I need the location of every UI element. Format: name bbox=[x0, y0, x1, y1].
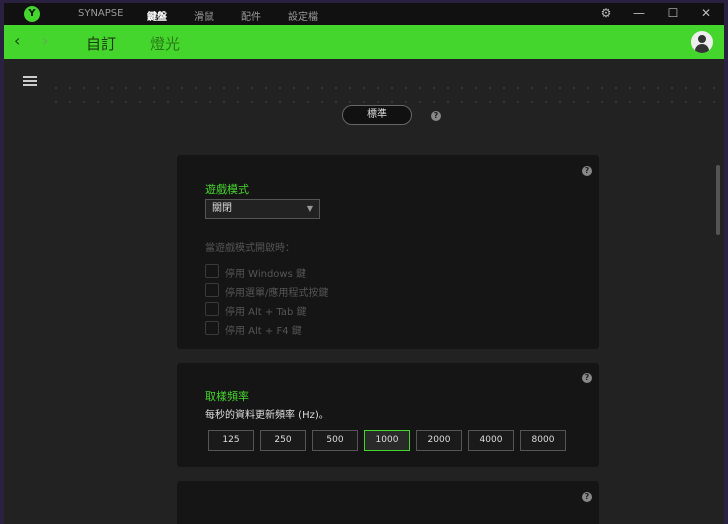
checkbox-disable-alt-f4[interactable] bbox=[205, 321, 219, 335]
polling-rate-title: 取樣頻率 bbox=[205, 390, 249, 403]
title-bar: Y SYNAPSE 鍵盤 滑鼠 配件 設定檔 ⚙ — ☐ ✕ bbox=[4, 3, 724, 25]
scrollbar[interactable] bbox=[716, 165, 720, 235]
sub-nav-bar: ‹ › 自訂 燈光 bbox=[4, 25, 724, 59]
rate-500-button[interactable]: 500 bbox=[312, 430, 358, 451]
maximize-icon[interactable]: ☐ bbox=[665, 6, 681, 20]
user-avatar-icon[interactable] bbox=[691, 31, 713, 53]
help-icon[interactable]: ? bbox=[582, 492, 592, 502]
checkbox-disable-windows[interactable] bbox=[205, 264, 219, 278]
rate-1000-button[interactable]: 1000 bbox=[364, 430, 410, 451]
checkbox-label: 停用 Alt + F4 鍵 bbox=[225, 326, 302, 337]
nav-keyboard[interactable]: 鍵盤 bbox=[147, 8, 167, 23]
forward-arrow-icon[interactable]: › bbox=[42, 31, 48, 50]
rate-250-button[interactable]: 250 bbox=[260, 430, 306, 451]
nav-synapse[interactable]: SYNAPSE bbox=[78, 8, 123, 19]
nav-profiles[interactable]: 設定檔 bbox=[288, 8, 318, 23]
checkbox-label: 停用選單/應用程式按鍵 bbox=[225, 288, 329, 299]
game-mode-dropdown[interactable]: 關閉 ▼ bbox=[205, 199, 320, 219]
razer-logo-icon: Y bbox=[24, 6, 40, 22]
synapse-window: Y SYNAPSE 鍵盤 滑鼠 配件 設定檔 ⚙ — ☐ ✕ ‹ › 自訂 燈光… bbox=[4, 3, 724, 524]
help-icon[interactable]: ? bbox=[582, 373, 592, 383]
next-settings-card: ? bbox=[177, 481, 599, 524]
profile-selector[interactable]: 標準 bbox=[342, 105, 412, 125]
rate-125-button[interactable]: 125 bbox=[208, 430, 254, 451]
nav-accessories[interactable]: 配件 bbox=[241, 8, 261, 23]
back-arrow-icon[interactable]: ‹ bbox=[14, 31, 20, 50]
checkbox-disable-alt-tab[interactable] bbox=[205, 302, 219, 316]
rate-2000-button[interactable]: 2000 bbox=[416, 430, 462, 451]
game-mode-title: 遊戲模式 bbox=[205, 183, 249, 196]
polling-rate-description: 每秒的資料更新頻率 (Hz)。 bbox=[205, 410, 329, 421]
minimize-icon[interactable]: — bbox=[631, 6, 647, 20]
rate-4000-button[interactable]: 4000 bbox=[468, 430, 514, 451]
polling-rate-card: ? 取樣頻率 每秒的資料更新頻率 (Hz)。 125 250 500 1000 … bbox=[177, 363, 599, 467]
settings-gear-icon[interactable]: ⚙ bbox=[598, 6, 614, 20]
game-mode-subheading: 當遊戲模式開啟時： bbox=[205, 243, 295, 254]
hamburger-menu-icon[interactable] bbox=[23, 76, 37, 86]
checkbox-label: 停用 Alt + Tab 鍵 bbox=[225, 307, 307, 318]
tab-lighting[interactable]: 燈光 bbox=[150, 33, 180, 54]
dropdown-value: 關閉 bbox=[212, 203, 232, 214]
game-mode-card: ? 遊戲模式 關閉 ▼ 當遊戲模式開啟時： 停用 Windows 鍵 停用選單/應… bbox=[177, 155, 599, 349]
tab-customize[interactable]: 自訂 bbox=[86, 33, 116, 54]
rate-8000-button[interactable]: 8000 bbox=[520, 430, 566, 451]
checkbox-disable-menu[interactable] bbox=[205, 283, 219, 297]
help-icon[interactable]: ? bbox=[582, 166, 592, 176]
close-icon[interactable]: ✕ bbox=[698, 6, 714, 20]
nav-mouse[interactable]: 滑鼠 bbox=[194, 8, 214, 23]
chevron-down-icon: ▼ bbox=[306, 204, 313, 213]
help-icon[interactable]: ? bbox=[431, 111, 441, 121]
checkbox-label: 停用 Windows 鍵 bbox=[225, 269, 306, 280]
